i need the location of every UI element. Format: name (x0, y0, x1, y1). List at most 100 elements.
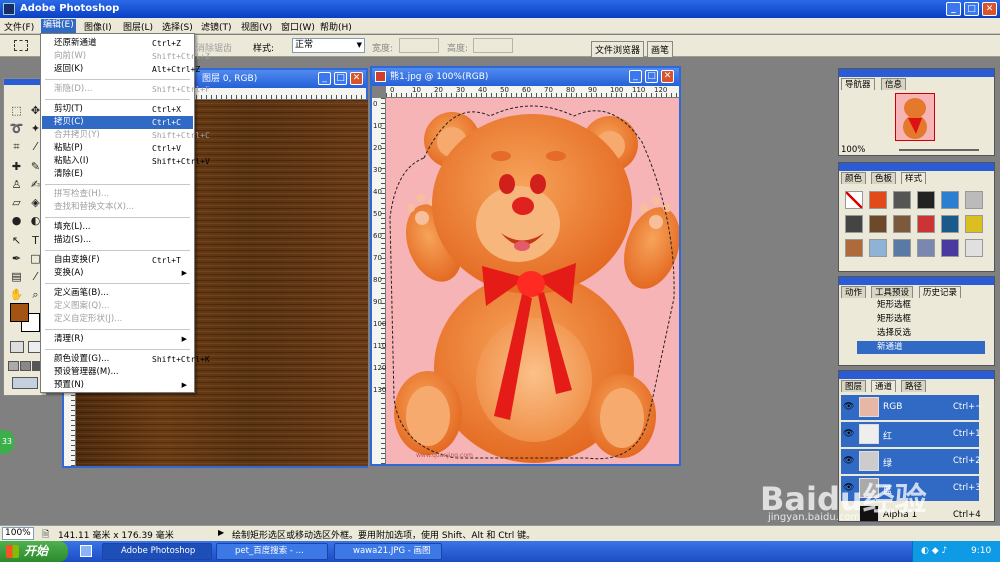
tab-paths[interactable]: 路径 (901, 380, 927, 392)
start-button[interactable]: 开始 (0, 541, 68, 562)
edit-menu-item[interactable]: 填充(L)... (42, 221, 193, 234)
menu-select[interactable]: 选择(S) (162, 20, 193, 33)
style-swatch[interactable] (893, 191, 911, 209)
history-item[interactable]: 矩形选框 (857, 299, 985, 312)
doc-minimize-button[interactable]: _ (318, 72, 331, 85)
style-swatch[interactable] (941, 191, 959, 209)
style-swatch[interactable] (845, 191, 863, 209)
tab-layers[interactable]: 图层 (841, 380, 867, 392)
history-item-selected[interactable]: 新通道 (857, 341, 985, 354)
style-select[interactable]: 正常 ▼ (292, 38, 365, 53)
style-swatch[interactable] (965, 191, 983, 209)
channel-row-rgb[interactable]: 👁 RGB Ctrl+~ (841, 395, 982, 420)
style-swatch[interactable] (917, 191, 935, 209)
eye-icon[interactable]: 👁 (843, 429, 854, 439)
style-swatch[interactable] (917, 239, 935, 257)
edit-menu-item[interactable]: 清除(E) (42, 168, 193, 181)
status-zoom[interactable]: 100% (2, 527, 34, 540)
navigator-zoom[interactable]: 100% (841, 145, 865, 155)
height-input[interactable] (473, 38, 513, 53)
clock[interactable]: 9:10 (971, 546, 991, 556)
menu-help[interactable]: 帮助(H) (320, 20, 352, 33)
tab-channels[interactable]: 通道 (871, 380, 897, 392)
edit-menu-item[interactable]: 拷贝(C) Ctrl+C (42, 116, 193, 129)
foreground-color-swatch[interactable] (10, 303, 29, 322)
eye-icon[interactable]: 👁 (843, 402, 854, 412)
history-item[interactable]: 选择反选 (857, 327, 985, 340)
doc-close-button-bear[interactable]: ✕ (661, 70, 674, 83)
heal-icon[interactable]: ✚ (8, 159, 25, 175)
edit-menu-item[interactable]: 描边(S)... (42, 234, 193, 247)
blur-icon[interactable]: ● (8, 213, 25, 229)
edit-menu-item[interactable]: 返回(K) Alt+Ctrl+Z (42, 63, 200, 76)
tab-styles[interactable]: 样式 (901, 172, 927, 184)
imageready-icon[interactable] (12, 377, 38, 389)
task-browser[interactable]: pet_百度搜索 - ... (216, 543, 328, 560)
navigator-zoom-slider[interactable] (899, 149, 979, 151)
edit-menu-item[interactable]: 粘贴入(I) Shift+Ctrl+V (42, 155, 210, 168)
style-swatch[interactable] (869, 191, 887, 209)
edit-menu-item[interactable]: 颜色设置(G)... Shift+Ctrl+K (42, 353, 210, 366)
tab-history[interactable]: 历史记录 (919, 286, 962, 298)
edit-menu-item[interactable]: 剪切(T) Ctrl+X (42, 103, 193, 116)
bear-canvas[interactable]: www.quanjing.com (386, 98, 679, 464)
task-paint[interactable]: wawa21.JPG - 画图 (334, 543, 442, 560)
show-desktop-icon[interactable] (80, 545, 92, 557)
menu-view[interactable]: 视图(V) (241, 20, 272, 33)
screen-mode-standard-icon[interactable] (8, 361, 19, 371)
doc-maximize-button[interactable]: □ (334, 72, 347, 85)
notes-icon[interactable]: ▤ (8, 269, 25, 285)
channel-row-green[interactable]: 👁 绿 Ctrl+2 (841, 449, 981, 474)
style-swatch[interactable] (941, 239, 959, 257)
marquee-tool-icon[interactable] (14, 40, 28, 51)
navigator-preview[interactable] (895, 93, 935, 141)
marquee-icon[interactable]: ⬚ (8, 103, 25, 119)
style-swatch[interactable] (845, 239, 863, 257)
style-swatch[interactable] (917, 215, 935, 233)
tab-navigator[interactable]: 导航器 (841, 78, 875, 90)
pen-icon[interactable]: ✒ (8, 251, 25, 267)
tab-actions[interactable]: 动作 (841, 286, 867, 298)
tab-brushes[interactable]: 画笔 (647, 41, 674, 57)
tab-color[interactable]: 颜色 (841, 172, 867, 184)
side-badge[interactable]: 33 (0, 430, 14, 454)
maximize-button[interactable]: □ (964, 2, 979, 16)
tab-swatches[interactable]: 色板 (871, 172, 897, 184)
lasso-icon[interactable]: ➰ (8, 121, 25, 137)
edit-menu-item[interactable]: 变换(A) ▶ (42, 267, 193, 280)
doc-maximize-button-bear[interactable]: □ (645, 70, 658, 83)
style-swatch[interactable] (965, 215, 983, 233)
style-swatch[interactable] (845, 215, 863, 233)
style-swatch[interactable] (869, 239, 887, 257)
channel-row-red[interactable]: 👁 红 Ctrl+1 (841, 422, 981, 447)
style-swatch[interactable] (941, 215, 959, 233)
stamp-icon[interactable]: ♙ (8, 177, 25, 193)
menu-edit[interactable]: 编辑(E) (41, 19, 76, 33)
menu-file[interactable]: 文件(F) (4, 20, 34, 33)
style-swatch[interactable] (893, 239, 911, 257)
doc-minimize-button-bear[interactable]: _ (629, 70, 642, 83)
edit-menu-item[interactable]: 还原新通道 Ctrl+Z (42, 37, 193, 50)
edit-menu-item[interactable]: 预设管理器(M)... (42, 366, 193, 379)
eye-icon[interactable]: 👁 (843, 456, 854, 466)
width-input[interactable] (399, 38, 439, 53)
minimize-button[interactable]: _ (946, 2, 961, 16)
path-select-icon[interactable]: ↖ (8, 233, 25, 249)
edit-menu-item[interactable]: 预置(N) ▶ (42, 379, 193, 392)
menu-filter[interactable]: 滤镜(T) (201, 20, 232, 33)
edit-menu-item[interactable]: 自由变换(F) Ctrl+T (42, 254, 193, 267)
tab-file-browser[interactable]: 文件浏览器 (591, 41, 645, 57)
tray-icons[interactable]: ◐ ◆ ♪ (921, 546, 947, 556)
menu-window[interactable]: 窗口(W) (281, 20, 315, 33)
menu-image[interactable]: 图像(I) (84, 20, 112, 33)
hand-icon[interactable]: ✋ (8, 287, 25, 303)
edit-menu-item[interactable]: 粘贴(P) Ctrl+V (42, 142, 193, 155)
style-swatch[interactable] (869, 215, 887, 233)
edit-menu-item[interactable]: 定义画笔(B)... (42, 287, 193, 300)
style-swatch[interactable] (893, 215, 911, 233)
close-button[interactable]: ✕ (982, 2, 997, 16)
history-item[interactable]: 矩形选框 (857, 313, 985, 326)
standard-mode-icon[interactable] (10, 341, 24, 353)
tab-tool-presets[interactable]: 工具预设 (871, 286, 914, 298)
edit-menu-item[interactable]: 清理(R) ▶ (42, 333, 193, 346)
